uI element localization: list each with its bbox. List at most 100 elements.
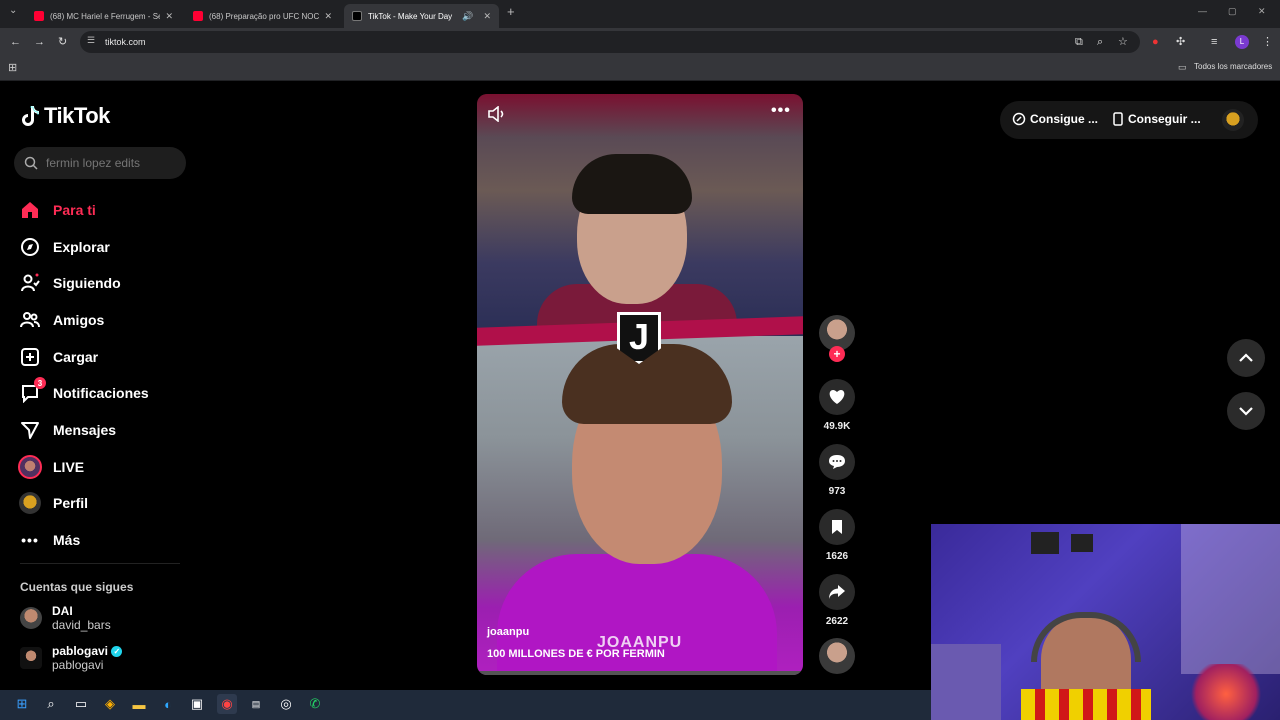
get-app-label: Conseguir ... (1128, 112, 1201, 126)
cast-icon[interactable]: ⧉ (1075, 35, 1083, 49)
nav-item-cargar[interactable]: Cargar (18, 343, 98, 371)
address-bar[interactable]: ☰ (80, 31, 1140, 53)
nav-item-para-ti[interactable]: Para ti (18, 196, 96, 224)
video-progress-bar[interactable] (477, 671, 803, 675)
upload-icon (18, 345, 42, 369)
nav-item-siguiendo[interactable]: Siguiendo (18, 269, 121, 297)
site-info-icon[interactable]: ☰ (87, 35, 95, 46)
comment-action[interactable]: 973 (817, 444, 857, 497)
search-bar[interactable] (14, 147, 186, 179)
nav-item-perfil[interactable]: Perfil (18, 489, 88, 517)
friends-icon (18, 308, 42, 332)
minimize-icon[interactable]: — (1198, 6, 1207, 16)
tiktok-favicon-icon (352, 11, 362, 21)
browser-tab-2[interactable]: (68) Preparação pro UFC NOCH ✕ (185, 4, 340, 28)
bookmark-icon[interactable] (819, 509, 855, 545)
video-more-options-icon[interactable]: ••• (771, 102, 791, 120)
forward-icon[interactable]: → (34, 35, 45, 49)
comment-icon[interactable] (819, 444, 855, 480)
save-count: 1626 (825, 551, 849, 562)
following-account-dai[interactable]: DAI david_bars (20, 604, 111, 632)
close-tab-icon[interactable]: ✕ (165, 11, 173, 22)
nav-item-mensajes[interactable]: Mensajes (18, 416, 116, 444)
back-icon[interactable]: ← (10, 35, 21, 49)
nav-item-explorar[interactable]: Explorar (18, 233, 110, 261)
save-action[interactable]: 1626 (817, 509, 857, 562)
nav-label: Más (53, 532, 81, 548)
edge-icon[interactable]: ◐ (158, 694, 178, 714)
music-disc-avatar[interactable] (819, 638, 855, 674)
share-icon[interactable] (819, 574, 855, 610)
browser-tab-bar: ⌄ (68) MC Hariel e Ferrugem - Se ✕ (68) … (0, 0, 1280, 28)
search-icon[interactable] (24, 156, 38, 170)
streamer-jersey (1021, 689, 1151, 720)
chrome-menu-icon[interactable]: ⋮ (1262, 35, 1273, 49)
chevron-down-icon (1239, 407, 1253, 416)
new-tab-button[interactable]: + (507, 4, 515, 19)
volume-icon[interactable] (487, 106, 507, 122)
next-video-button[interactable] (1227, 392, 1265, 430)
nav-label: Notificaciones (53, 385, 149, 401)
nav-item-mas[interactable]: ••• Más (18, 526, 80, 554)
webcam-overlay (931, 524, 1280, 720)
extensions-puzzle-icon[interactable]: ✣ (1176, 35, 1185, 49)
profile-avatar-icon[interactable]: L (1235, 35, 1249, 49)
tiktok-wordmark: TikTok (44, 103, 110, 128)
store-icon[interactable]: ▣ (187, 694, 207, 714)
zoom-icon[interactable]: ⌕ (1097, 35, 1103, 49)
nav-item-notificaciones[interactable]: 3 Notificaciones (18, 377, 149, 407)
tab-title: (68) Preparação pro UFC NOCH (209, 11, 319, 21)
video-author[interactable]: joaanpu (487, 626, 529, 638)
all-bookmarks-link[interactable]: Todos los marcadores (1194, 62, 1272, 71)
obs-icon[interactable]: ◎ (276, 694, 296, 714)
video-player[interactable]: J ••• JOAANPU joaanpu 100 MILLONES DE € … (477, 94, 803, 675)
extension-adblock-icon[interactable]: ● (1152, 35, 1159, 49)
close-tab-icon[interactable]: ✕ (324, 11, 332, 22)
nav-item-live[interactable]: LIVE (18, 453, 84, 481)
browser-tab-3-active[interactable]: TikTok - Make Your Day 🔊 ✕ (344, 4, 499, 28)
like-action[interactable]: 49.9K (817, 379, 857, 432)
task-view-icon[interactable]: ▭ (71, 694, 91, 714)
sidebar-divider (20, 563, 180, 564)
epic-games-icon[interactable]: ▤ (246, 694, 266, 714)
browser-tab-1[interactable]: (68) MC Hariel e Ferrugem - Se ✕ (26, 4, 181, 28)
video-figure (572, 154, 692, 214)
apps-grid-icon[interactable]: ⊞ (8, 61, 17, 74)
heart-icon[interactable] (819, 379, 855, 415)
maximize-icon[interactable]: ▢ (1228, 6, 1237, 17)
avatar (20, 647, 42, 669)
get-coins-button[interactable]: Consigue ... (1012, 112, 1098, 126)
close-window-icon[interactable]: ✕ (1258, 6, 1266, 17)
whatsapp-icon[interactable]: ✆ (305, 694, 325, 714)
media-controls-icon[interactable]: ≡ (1211, 35, 1217, 49)
nav-item-amigos[interactable]: Amigos (18, 306, 104, 334)
chrome-taskbar-icon[interactable]: ◉ (217, 694, 237, 714)
search-input[interactable] (46, 156, 176, 170)
close-tab-icon[interactable]: ✕ (483, 11, 491, 22)
reload-icon[interactable]: ↻ (58, 35, 67, 49)
bookmark-star-icon[interactable]: ☆ (1118, 35, 1128, 49)
copilot-icon[interactable]: ◈ (100, 694, 120, 714)
webcam-background (1071, 534, 1093, 552)
coin-icon (1012, 112, 1026, 126)
user-avatar[interactable] (1222, 109, 1244, 131)
share-action[interactable]: 2622 (817, 574, 857, 627)
get-app-button[interactable]: Conseguir ... (1113, 112, 1201, 126)
audio-playing-icon[interactable]: 🔊 (462, 11, 473, 22)
following-icon (18, 271, 42, 295)
windows-start-icon[interactable]: ⊞ (12, 694, 32, 714)
previous-video-button[interactable] (1227, 339, 1265, 377)
tab-search-icon[interactable]: ⌄ (9, 5, 17, 16)
nav-label: Explorar (53, 239, 110, 255)
share-count: 2622 (825, 616, 849, 627)
taskbar-search-icon[interactable]: ⌕ (41, 694, 61, 714)
following-account-pablogavi[interactable]: pablogavi ✓ pablogavi (20, 644, 123, 672)
file-explorer-icon[interactable]: ▬ (129, 694, 149, 714)
nav-label: Cargar (53, 349, 99, 365)
notification-badge: 3 (34, 377, 46, 389)
url-text[interactable]: tiktok.com (105, 37, 146, 47)
account-handle: pablogavi (52, 658, 104, 672)
webcam-background (1181, 524, 1280, 674)
tiktok-logo[interactable]: TikTok (20, 103, 110, 129)
follow-plus-icon[interactable]: + (829, 346, 845, 362)
